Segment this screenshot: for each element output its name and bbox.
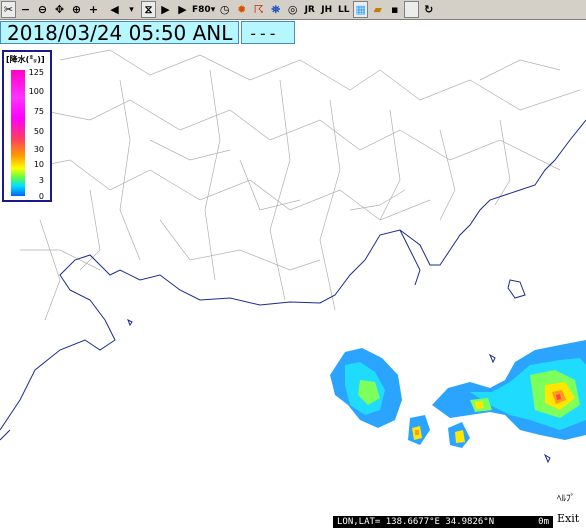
status-label: ---: [241, 21, 296, 44]
legend-label-100: 100: [28, 87, 44, 96]
blank-icon[interactable]: [404, 1, 420, 18]
zoom-level-value: F80: [192, 4, 211, 15]
frame-dropdown-icon[interactable]: ▾: [124, 1, 139, 18]
ll-button[interactable]: LL: [336, 1, 351, 18]
legend-label-50: 50: [33, 127, 44, 136]
zoom-out-icon[interactable]: −: [18, 1, 33, 18]
pause-icon[interactable]: ⧖: [141, 1, 156, 18]
sun-icon[interactable]: ✹: [234, 1, 249, 18]
jh-button[interactable]: JH: [319, 1, 334, 18]
typhoon-icon[interactable]: ☈: [251, 1, 266, 18]
zoom-in-icon[interactable]: +: [86, 1, 101, 18]
circle-icon[interactable]: ◎: [285, 1, 300, 18]
image-icon[interactable]: ▦: [353, 1, 369, 18]
legend-label-10: 10: [33, 160, 44, 169]
pan-icon[interactable]: ✥: [52, 1, 67, 18]
refresh-icon[interactable]: ↻: [421, 1, 436, 18]
legend-label-3: 3: [38, 176, 44, 185]
help-button[interactable]: ﾍﾙﾌﾟ: [557, 491, 575, 504]
jr-button[interactable]: JR: [302, 1, 317, 18]
datetime-label: 2018/03/24 05:50 ANL: [0, 21, 240, 45]
scissors-icon[interactable]: ✂: [1, 1, 16, 18]
toolbar: ✂ − ⊖ ✥ ⊕ + ◀ ▾ ⧖ ▶ ▶ F80 ▾ ◷ ✹ ☈ ⛯ ◎ JR …: [0, 0, 586, 20]
next-frame-icon[interactable]: ▶: [158, 1, 173, 18]
clock-icon[interactable]: ◷: [217, 1, 232, 18]
coordinate-readout: LON,LAT= 138.6677°E 34.9826°N 0m: [333, 516, 553, 528]
legend-title: [降水(㍉)]: [6, 55, 45, 64]
legend-label-0: 0: [38, 192, 44, 201]
legend-color-bar: [11, 70, 25, 196]
time-bar: 2018/03/24 05:50 ANL ---: [0, 21, 296, 45]
legend-label-75: 75: [33, 107, 44, 116]
precipitation-legend: [降水(㍉)] 125 100 75 50 30 10 3 0: [2, 50, 52, 202]
legend-label-125: 125: [28, 68, 44, 77]
coordinate-text: LON,LAT= 138.6677°E 34.9826°N: [337, 517, 495, 527]
play-icon[interactable]: ▶: [175, 1, 190, 18]
elevation-text: 0m: [538, 517, 549, 527]
satellite-icon[interactable]: ⛯: [268, 1, 283, 18]
zoom-out-circle-icon[interactable]: ⊖: [35, 1, 50, 18]
map-view[interactable]: [0, 20, 586, 516]
exit-button[interactable]: Exit: [557, 512, 579, 525]
folder-icon[interactable]: ▰: [370, 1, 385, 18]
prev-frame-icon[interactable]: ◀: [107, 1, 122, 18]
save-icon[interactable]: ▪: [387, 1, 402, 18]
legend-label-30: 30: [33, 145, 44, 154]
zoom-level-select[interactable]: F80 ▾: [192, 1, 215, 18]
target-icon[interactable]: ⊕: [69, 1, 84, 18]
